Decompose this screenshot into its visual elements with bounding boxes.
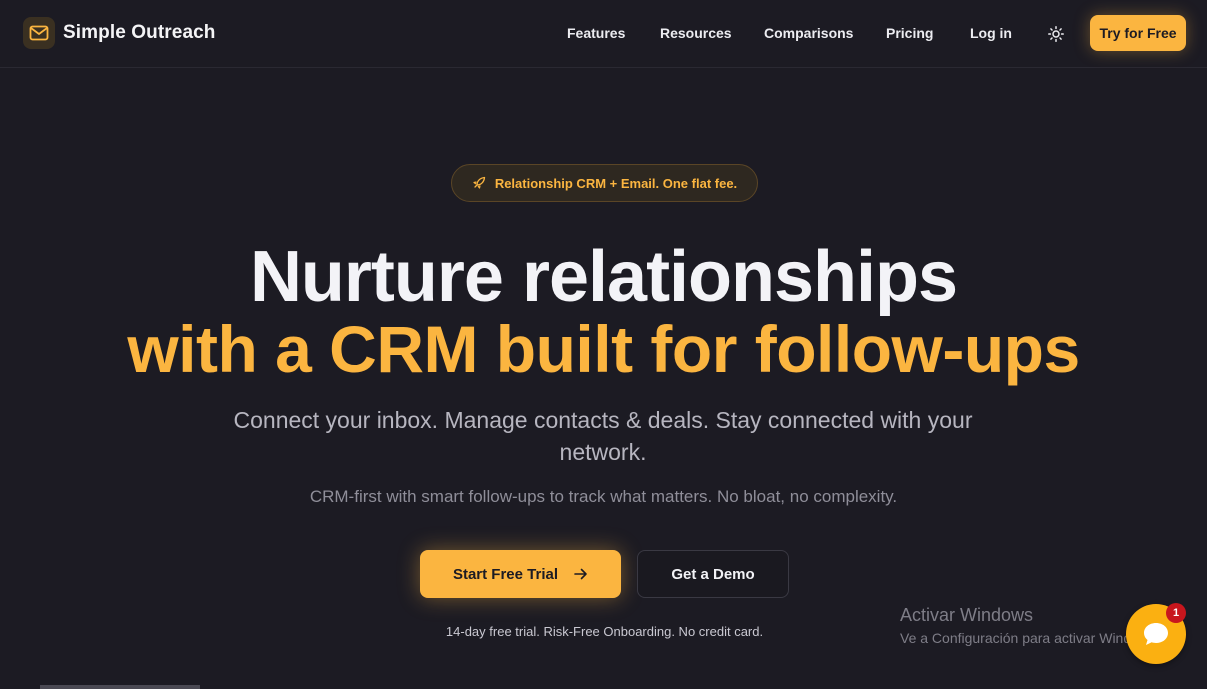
sun-icon[interactable]: [1046, 24, 1066, 44]
nav-features[interactable]: Features: [567, 25, 625, 41]
mail-icon: [23, 17, 55, 49]
start-free-trial-button[interactable]: Start Free Trial: [420, 550, 621, 598]
get-a-demo-button[interactable]: Get a Demo: [637, 550, 789, 598]
brand-logo[interactable]: Simple Outreach: [23, 17, 216, 49]
chat-bubble-icon: [1141, 619, 1171, 649]
nav-login[interactable]: Log in: [970, 25, 1012, 41]
arrow-right-icon: [574, 568, 588, 580]
windows-activation-subtitle: Ve a Configuración para activar Windows.: [900, 630, 1160, 646]
start-free-trial-label: Start Free Trial: [452, 565, 559, 583]
chat-unread-badge: 1: [1166, 603, 1186, 623]
nav-resources[interactable]: Resources: [660, 25, 732, 41]
horizontal-scrollbar[interactable]: [40, 685, 200, 689]
brand-name: Simple Outreach: [63, 22, 216, 43]
hero-headline-line1: Nurture relationships: [249, 237, 958, 317]
try-for-free-button[interactable]: Try for Free: [1090, 15, 1186, 51]
landing-page: Simple Outreach Features Resources Compa…: [0, 0, 1207, 689]
hero-subheading: Connect your inbox. Manage contacts & de…: [233, 407, 973, 465]
nav-pricing[interactable]: Pricing: [886, 25, 933, 41]
nav-comparisons[interactable]: Comparisons: [764, 25, 853, 41]
announcement-badge: Relationship CRM + Email. One flat fee.: [451, 164, 758, 202]
rocket-icon: [472, 176, 486, 190]
top-navigation: Simple Outreach Features Resources Compa…: [0, 0, 1207, 68]
hero-headline-line2: with a CRM built for follow-ups: [127, 312, 1080, 386]
badge-text: Relationship CRM + Email. One flat fee.: [494, 175, 738, 191]
windows-activation-title: Activar Windows: [900, 605, 1034, 625]
hero-tagline: CRM-first with smart follow-ups to track…: [309, 487, 898, 506]
